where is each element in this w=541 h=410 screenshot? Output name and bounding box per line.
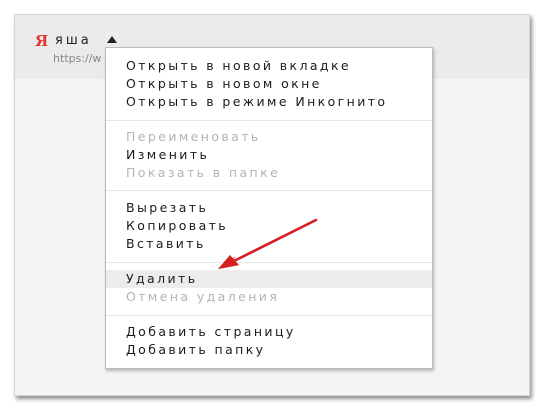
menu-item-copy[interactable]: Копировать: [106, 217, 432, 235]
bookmark-url: https://w: [53, 52, 102, 65]
menu-item-rename: Переименовать: [126, 129, 261, 144]
menu-item-cut[interactable]: Вырезать: [106, 199, 432, 217]
menu-item-open-new-window[interactable]: Открыть в новом окне: [106, 75, 432, 93]
menu-item-paste[interactable]: Вставить: [106, 235, 432, 253]
bookmark-title[interactable]: яша: [55, 34, 92, 48]
menu-separator: [106, 315, 432, 316]
menu-item-delete[interactable]: Удалить: [106, 270, 432, 288]
bookmark-context-menu: Открыть в новой вкладке Открыть в новом …: [105, 47, 433, 369]
menu-item-open-new-tab[interactable]: Открыть в новой вкладке: [106, 57, 432, 75]
menu-separator: [106, 120, 432, 121]
menu-separator: [106, 190, 432, 191]
menu-item-add-page[interactable]: Добавить страницу: [106, 323, 432, 341]
menu-item-add-folder[interactable]: Добавить папку: [106, 341, 432, 359]
menu-separator: [106, 262, 432, 263]
menu-item-open-incognito[interactable]: Открыть в режиме Инкогнито: [106, 93, 432, 111]
menu-item-undo-delete: Отмена удаления: [126, 289, 280, 304]
menu-item-edit[interactable]: Изменить: [106, 146, 432, 164]
yandex-logo-icon: Я: [35, 32, 49, 50]
caret-up-icon[interactable]: [107, 36, 117, 43]
menu-item-show-in-folder: Показать в папке: [126, 165, 281, 180]
